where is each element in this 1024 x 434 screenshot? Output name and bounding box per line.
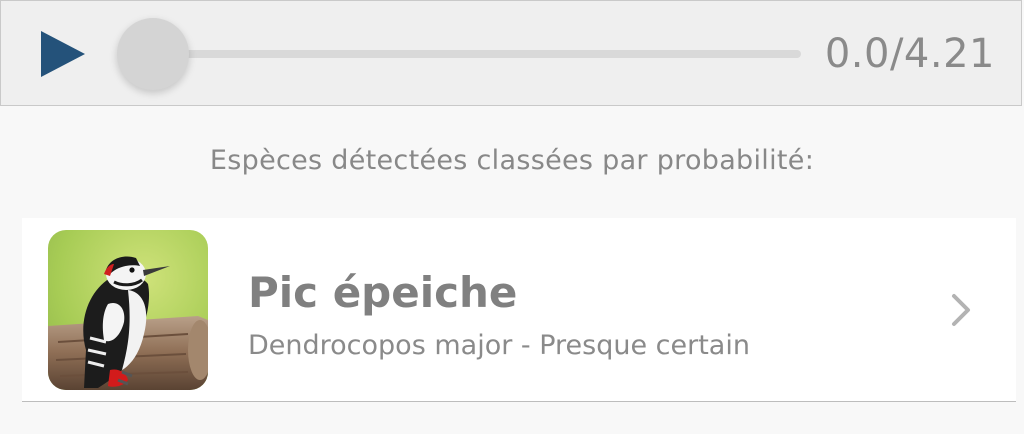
time-display: 0.0/4.21	[824, 31, 995, 77]
seek-track[interactable]	[151, 50, 801, 58]
chevron-right-icon	[946, 290, 976, 330]
species-list-item[interactable]: Pic épeiche Dendrocopos major - Presque …	[22, 218, 1016, 402]
play-button[interactable]	[39, 29, 87, 79]
play-icon	[41, 31, 85, 77]
species-common-name: Pic épeiche	[248, 268, 518, 317]
results-caption: Espèces détectées classées par probabili…	[209, 145, 815, 176]
audio-player: 0.0/4.21	[0, 0, 1022, 106]
species-scientific-and-confidence: Dendrocopos major - Presque certain	[248, 330, 750, 361]
seek-thumb[interactable]	[117, 18, 189, 90]
species-thumbnail	[48, 230, 208, 390]
